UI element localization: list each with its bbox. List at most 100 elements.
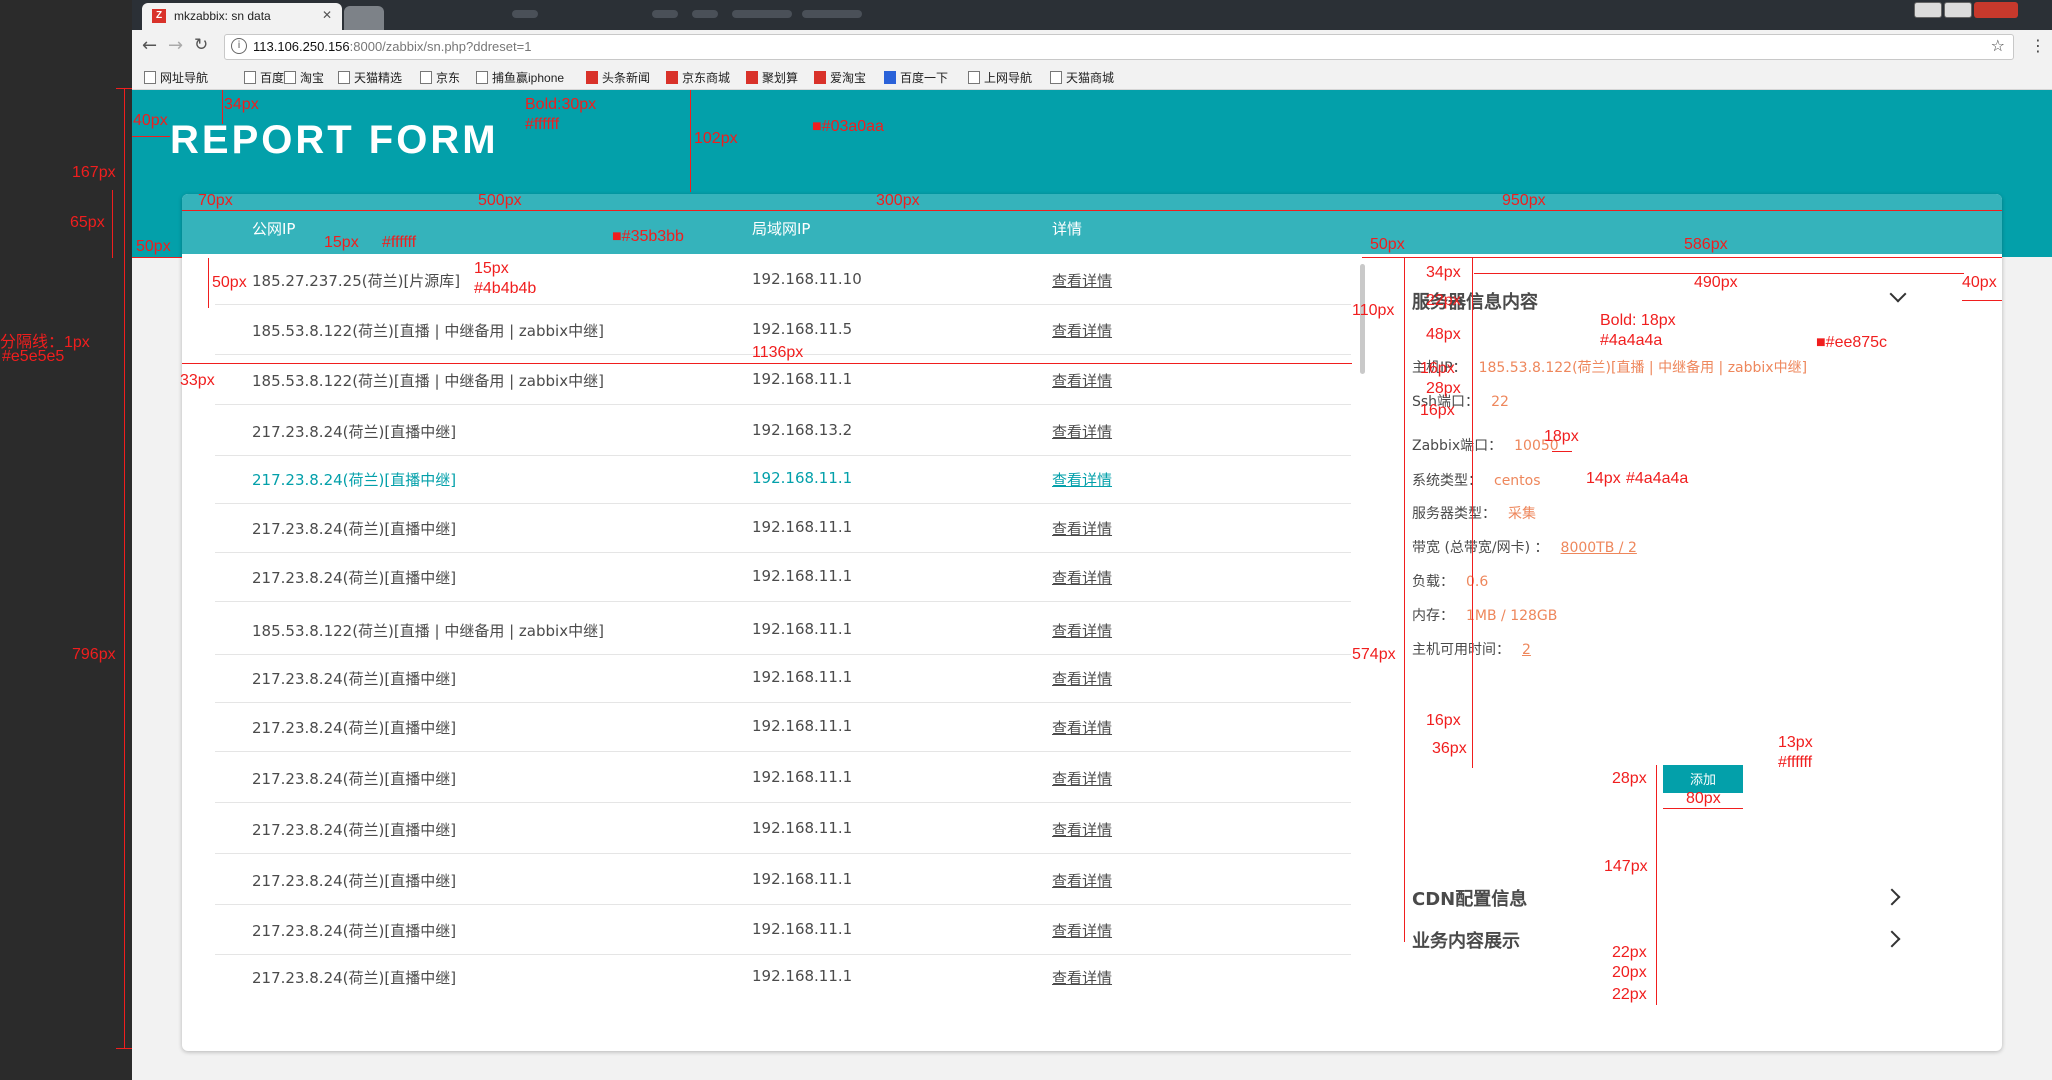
view-detail-link[interactable]: 查看详情 <box>1052 518 1112 539</box>
juhuasuan-icon <box>746 71 758 84</box>
table-row[interactable]: 185.53.8.122(荷兰)[直播 | 中继备用 | zabbix中继] 19… <box>215 604 1351 655</box>
measure-line <box>116 1048 132 1049</box>
page-title: REPORT FORM <box>170 118 499 162</box>
public-ip-cell: 217.23.8.24(荷兰)[直播中继] <box>252 520 457 538</box>
page-icon <box>420 71 432 84</box>
server-field: 服务器类型： 采集 <box>1412 503 1536 523</box>
annotation: 65px <box>70 214 105 231</box>
table-row[interactable]: 217.23.8.24(荷兰)[直播中继] 192.168.11.1 查看详情 <box>215 551 1351 602</box>
table-row[interactable]: 217.23.8.24(荷兰)[直播中继] 192.168.11.1 查看详情 <box>215 502 1351 553</box>
back-icon[interactable]: ← <box>142 35 157 56</box>
lan-ip-cell: 192.168.11.1 <box>752 768 853 786</box>
view-detail-link[interactable]: 查看详情 <box>1052 967 1112 988</box>
annotation: 500px <box>478 192 522 209</box>
field-value[interactable]: 2 <box>1522 642 1531 658</box>
annotation: 147px <box>1604 858 1648 875</box>
bookmark-item[interactable]: 百度 <box>244 69 284 86</box>
measure-line <box>208 258 209 308</box>
annotation: Bold: 18px <box>1600 312 1676 329</box>
view-detail-link[interactable]: 查看详情 <box>1052 870 1112 891</box>
table-row[interactable]: 217.23.8.24(荷兰)[直播中继] 192.168.11.1 查看详情 <box>215 652 1351 703</box>
forward-icon[interactable]: → <box>168 35 183 56</box>
close-window-icon[interactable] <box>1974 2 2018 18</box>
bookmark-item[interactable]: 天猫商城 <box>1050 69 1114 86</box>
view-detail-link[interactable]: 查看详情 <box>1052 620 1112 641</box>
bookmark-item[interactable]: 上网导航 <box>968 69 1032 86</box>
annotation: 50px <box>1370 236 1405 253</box>
lan-ip-cell: 192.168.11.1 <box>752 819 853 837</box>
table-row[interactable]: 217.23.8.24(荷兰)[直播中继] 192.168.13.2 查看详情 <box>215 405 1351 456</box>
view-detail-link[interactable]: 查看详情 <box>1052 320 1112 341</box>
lan-ip-cell: 192.168.11.1 <box>752 567 853 585</box>
table-row[interactable]: 217.23.8.24(荷兰)[直播中继] 192.168.11.1 查看详情 <box>215 752 1351 803</box>
annotation: 22px <box>1612 986 1647 1003</box>
annotation: #4a4a4a <box>1626 470 1689 487</box>
minimize-icon[interactable] <box>1914 2 1942 18</box>
business-content-title[interactable]: 业务内容展示 <box>1412 927 1520 953</box>
bookmark-item[interactable]: 淘宝 <box>284 69 324 86</box>
table-row[interactable]: 185.27.237.25(荷兰)[片源库] 192.168.11.10 查看详情 <box>215 254 1351 305</box>
view-detail-link[interactable]: 查看详情 <box>1052 717 1112 738</box>
column-header-detail: 详情 <box>1052 220 1083 238</box>
lan-ip-cell: 192.168.11.10 <box>752 270 862 288</box>
annotation: 14px <box>1586 470 1621 487</box>
server-field: Zabbix端口： 10050 <box>1412 435 1559 455</box>
view-detail-link[interactable]: 查看详情 <box>1052 567 1112 588</box>
table-row[interactable]: 217.23.8.24(荷兰)[直播中继] 192.168.11.1 查看详情 <box>215 904 1351 955</box>
annotation: 40px <box>133 112 168 129</box>
table-row[interactable]: 217.23.8.24(荷兰)[直播中继] 192.168.11.1 查看详情 <box>215 854 1351 905</box>
chevron-right-icon[interactable] <box>1883 930 1901 948</box>
bookmark-item[interactable]: 百度一下 <box>884 69 948 86</box>
public-ip-cell: 217.23.8.24(荷兰)[直播中继] <box>252 569 457 587</box>
chevron-right-icon[interactable] <box>1883 888 1901 906</box>
annotation: 1136px <box>752 344 804 361</box>
reload-icon[interactable]: ↻ <box>194 35 208 55</box>
cdn-config-title[interactable]: CDN配置信息 <box>1412 885 1527 911</box>
bookmarks-bar: 网址导航 百度 淘宝 天猫精选 京东 捕鱼赢iphone 头条新闻 京东商城 聚… <box>132 64 2052 90</box>
bookmark-item[interactable]: 头条新闻 <box>586 69 650 86</box>
bookmark-item[interactable]: 爱淘宝 <box>814 69 866 86</box>
field-value[interactable]: 8000TB / 2 <box>1561 540 1637 556</box>
annotation: 102px <box>694 130 738 147</box>
field-label: 内存： <box>1412 608 1454 624</box>
annotation: 110px <box>1352 302 1395 319</box>
info-icon[interactable]: i <box>231 38 247 54</box>
maximize-icon[interactable] <box>1944 2 1972 18</box>
bookmark-item[interactable]: 天猫精选 <box>338 69 402 86</box>
bookmark-item[interactable]: 京东 <box>420 69 460 86</box>
bookmark-item[interactable]: 京东商城 <box>666 69 730 86</box>
ghost-tab <box>802 10 862 18</box>
view-detail-link[interactable]: 查看详情 <box>1052 920 1112 941</box>
tab-close-icon[interactable]: ✕ <box>322 8 332 22</box>
bookmark-item[interactable]: 聚划算 <box>746 69 798 86</box>
table-row[interactable]: 217.23.8.24(荷兰)[直播中继] 192.168.11.1 查看详情 <box>215 951 1351 1001</box>
table-row[interactable]: 217.23.8.24(荷兰)[直播中继] 192.168.11.1 查看详情 <box>215 701 1351 752</box>
measure-line <box>222 90 223 124</box>
bookmark-star-icon[interactable]: ☆ <box>1991 36 2005 55</box>
chevron-down-icon[interactable] <box>1889 285 1907 303</box>
menu-icon[interactable]: ⋮ <box>2030 36 2046 55</box>
url-input[interactable]: i 113.106.250.156:8000/zabbix/sn.php?ddr… <box>224 34 2014 60</box>
measure-line <box>690 90 691 192</box>
view-detail-link[interactable]: 查看详情 <box>1052 421 1112 442</box>
server-field: 系统类型： centos <box>1412 470 1541 490</box>
view-detail-link[interactable]: 查看详情 <box>1052 668 1112 689</box>
view-detail-link[interactable]: 查看详情 <box>1052 270 1112 291</box>
public-ip-cell: 217.23.8.24(荷兰)[直播中继] <box>252 770 457 788</box>
public-ip-cell: 185.53.8.122(荷兰)[直播 | 中继备用 | zabbix中继] <box>252 622 604 640</box>
bookmark-item[interactable]: 网址导航 <box>144 69 208 86</box>
view-detail-link[interactable]: 查看详情 <box>1052 370 1112 391</box>
annotation: #4a4a4a <box>1600 332 1663 349</box>
page-icon <box>284 71 296 84</box>
view-detail-link[interactable]: 查看详情 <box>1052 768 1112 789</box>
table-row[interactable]: 217.23.8.24(荷兰)[直播中继] 192.168.11.1 查看详情 <box>215 803 1351 854</box>
annotation: ■#03a0aa <box>812 118 884 135</box>
table-row[interactable]: 217.23.8.24(荷兰)[直播中继] 192.168.11.1 查看详情 <box>215 453 1351 504</box>
report-card: 公网IP 局域网IP 详情 185.27.237.25(荷兰)[片源库] 192.… <box>182 194 2002 1051</box>
view-detail-link[interactable]: 查看详情 <box>1052 469 1112 490</box>
bookmark-item[interactable]: 捕鱼赢iphone <box>476 69 564 86</box>
tab-active[interactable]: Z mkzabbix: sn data ✕ <box>142 3 342 30</box>
view-detail-link[interactable]: 查看详情 <box>1052 819 1112 840</box>
new-tab-button[interactable] <box>344 6 384 30</box>
add-button[interactable]: 添加 <box>1663 765 1743 793</box>
